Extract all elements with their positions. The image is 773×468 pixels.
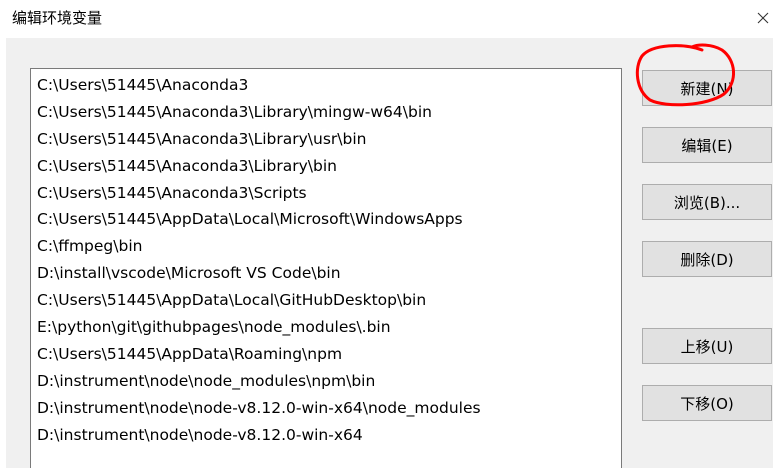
path-list-item[interactable]: D:\instrument\node\node-v8.12.0-win-x64\… [31,395,621,422]
path-list-item[interactable]: C:\Users\51445\AppData\Local\Microsoft\W… [31,206,621,233]
move-up-button[interactable]: 上移(U) [642,328,772,364]
path-list[interactable]: C:\Users\51445\Anaconda3 C:\Users\51445\A… [30,68,622,468]
path-list-item[interactable]: C:\Users\51445\AppData\Local\GitHubDeskt… [31,287,621,314]
browse-button[interactable]: 浏览(B)... [642,184,772,220]
close-button[interactable] [753,4,773,30]
edit-env-variable-dialog: 编辑环境变量 C:\Users\51445\Anaconda3 C:\Users\… [0,0,773,468]
path-list-item[interactable]: D:\install\vscode\Microsoft VS Code\bin [31,260,621,287]
path-list-item[interactable]: C:\Users\51445\AppData\Roaming\npm [31,341,621,368]
delete-button[interactable]: 删除(D) [642,241,772,277]
path-list-item[interactable]: E:\python\git\githubpages\node_modules\.… [31,314,621,341]
dialog-title: 编辑环境变量 [12,9,103,27]
close-icon [757,12,769,24]
path-list-item[interactable]: C:\ffmpeg\bin [31,233,621,260]
path-list-item[interactable]: C:\Users\51445\Anaconda3\Library\mingw-w… [31,99,621,126]
path-list-item[interactable]: C:\Users\51445\Anaconda3\Library\usr\bin [31,126,621,153]
edit-button[interactable]: 编辑(E) [642,127,772,163]
dialog-body: C:\Users\51445\Anaconda3 C:\Users\51445\A… [6,38,773,468]
new-button[interactable]: 新建(N) [642,70,772,106]
path-list-item[interactable]: C:\Users\51445\Anaconda3 [31,72,621,99]
move-down-button[interactable]: 下移(O) [642,385,772,421]
path-list-item[interactable]: C:\Users\51445\Anaconda3\Scripts [31,180,621,207]
path-list-item[interactable]: D:\instrument\node\node-v8.12.0-win-x64 [31,422,621,449]
path-list-item[interactable]: D:\instrument\node\node_modules\npm\bin [31,368,621,395]
title-bar: 编辑环境变量 [0,0,773,38]
path-list-item[interactable]: C:\Users\51445\Anaconda3\Library\bin [31,153,621,180]
